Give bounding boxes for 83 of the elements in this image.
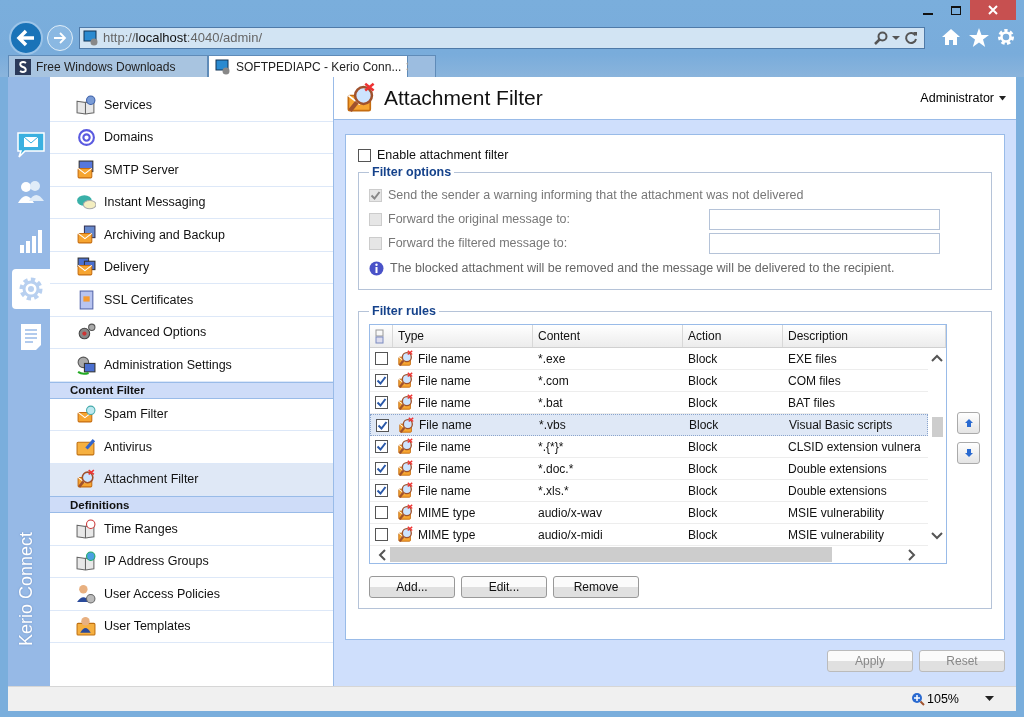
table-cell: File name: [418, 461, 471, 476]
table-cell-text: *.vbs: [538, 418, 567, 433]
table-cell-text: Double extensions: [787, 483, 888, 498]
table-row[interactable]: File name *.exe Block EXE files: [370, 348, 928, 371]
table-cell-text: *.com: [537, 373, 570, 388]
table-cell-text: Block: [688, 418, 720, 433]
nav-item[interactable]: User Access Policies: [50, 578, 333, 611]
table-cell-text: Double extensions: [787, 461, 888, 476]
table-cell-text: EXE files: [787, 351, 838, 366]
nav-item[interactable]: Domains: [50, 121, 333, 154]
table-cell-text: *.bat: [537, 395, 564, 410]
table-cell-text: CLSID extension vulnera: [787, 439, 922, 454]
nav-item[interactable]: Antivirus: [50, 431, 333, 464]
browser-tab[interactable]: SOFTPEDIAPC - Kerio Conn...: [208, 55, 408, 77]
table-cell-text: MSIE vulnerability: [787, 505, 886, 520]
nav-item[interactable]: SSL Certificates: [50, 284, 333, 317]
table-cell-text: *.{*}*: [537, 439, 565, 454]
table-cell: File name: [418, 395, 471, 410]
table-cell-text: *.xls.*: [537, 483, 570, 498]
table-cell-text: *.doc.*: [537, 461, 575, 476]
column-header[interactable]: Action: [683, 325, 783, 348]
table-cell-text: audio/x-wav: [537, 505, 604, 520]
user-menu[interactable]: Administrator: [920, 91, 1006, 105]
column-header[interactable]: Content: [533, 325, 683, 348]
table-action-button[interactable]: Remove: [553, 576, 639, 598]
nav-item[interactable]: Spam Filter: [50, 398, 333, 431]
column-header[interactable]: Type: [393, 325, 533, 348]
checkbox-label: Enable attachment filter: [377, 148, 509, 162]
nav-item[interactable]: SMTP Server: [50, 154, 333, 187]
table-cell-text: Block: [687, 483, 719, 498]
table-cell: File name: [418, 439, 471, 454]
table-row[interactable]: MIME type audio/x-wav Block MSIE vulnerability: [370, 502, 928, 525]
table-cell: MIME type: [418, 527, 476, 542]
table-cell-text: MSIE vulnerability: [787, 527, 886, 542]
nav-item[interactable]: Services: [50, 89, 333, 122]
table-cell-text: Block: [687, 461, 719, 476]
nav-item[interactable]: IP Address Groups: [50, 545, 333, 578]
brand-name: Kerio Connect: [16, 531, 37, 646]
section-heading: Definitions: [50, 496, 333, 513]
table-cell-text: *.exe: [537, 351, 567, 366]
table-cell: MIME type: [418, 505, 476, 520]
table-cell: File name: [418, 483, 471, 498]
nav-item[interactable]: Delivery: [50, 251, 333, 284]
table-cell: File name: [419, 418, 472, 433]
table-cell-text: Block: [687, 373, 719, 388]
page-title: Attachment Filter: [384, 86, 544, 110]
nav-item[interactable]: Instant Messaging: [50, 186, 333, 219]
table-cell-text: Block: [687, 351, 719, 366]
url-text: http://localhost:4040/admin/: [103, 30, 263, 45]
table-cell-text: Block: [687, 505, 719, 520]
nav-item[interactable]: Administration Settings: [50, 349, 333, 382]
table-cell: File name: [418, 373, 471, 388]
table-cell-text: audio/x-midi: [537, 527, 604, 542]
nav-item[interactable]: Attachment Filter: [50, 463, 333, 496]
table-cell-text: Block: [687, 395, 719, 410]
option-label: Send the sender a warning informing that the attachment was not delivered: [388, 188, 804, 202]
table-row[interactable]: MIME type audio/x-midi Block MSIE vulnerability: [370, 524, 928, 547]
nav-item[interactable]: Advanced Options: [50, 316, 333, 349]
table-row[interactable]: File name *.vbs Block Visual Basic scripts: [370, 414, 928, 437]
group-legend: Filter rules: [369, 304, 439, 318]
table-cell-text: Block: [687, 439, 719, 454]
table-action-button[interactable]: Edit...: [461, 576, 547, 598]
table-row[interactable]: File name *.doc.* Block Double extensions: [370, 458, 928, 481]
nav-item[interactable]: Time Ranges: [50, 513, 333, 546]
group-legend: Filter options: [369, 165, 455, 179]
info-text: The blocked attachment will be removed and the message will be delivered to the recipient.: [390, 261, 895, 275]
table-cell-text: Visual Basic scripts: [788, 418, 894, 433]
table-cell-text: BAT files: [787, 395, 836, 410]
table-cell-text: Block: [687, 527, 719, 542]
table-row[interactable]: File name *.com Block COM files: [370, 370, 928, 393]
nav-item[interactable]: Archiving and Backup: [50, 219, 333, 252]
table-cell: File name: [418, 351, 471, 366]
option-label: Forward the filtered message to:: [388, 236, 569, 250]
option-label: Forward the original message to:: [388, 212, 572, 226]
nav-item[interactable]: User Templates: [50, 610, 333, 643]
table-action-button[interactable]: Add...: [369, 576, 455, 598]
table-row[interactable]: File name *.xls.* Block Double extensions: [370, 480, 928, 503]
table-row[interactable]: File name *.{*}* Block CLSID extension vulnera: [370, 436, 928, 459]
zoom-control[interactable]: 105%: [911, 692, 959, 706]
table-cell-text: COM files: [787, 373, 842, 388]
browser-tab[interactable]: Free Windows Downloads: [8, 55, 208, 77]
column-header[interactable]: Description: [783, 325, 946, 348]
address-bar[interactable]: http://localhost:4040/admin/: [79, 26, 925, 49]
